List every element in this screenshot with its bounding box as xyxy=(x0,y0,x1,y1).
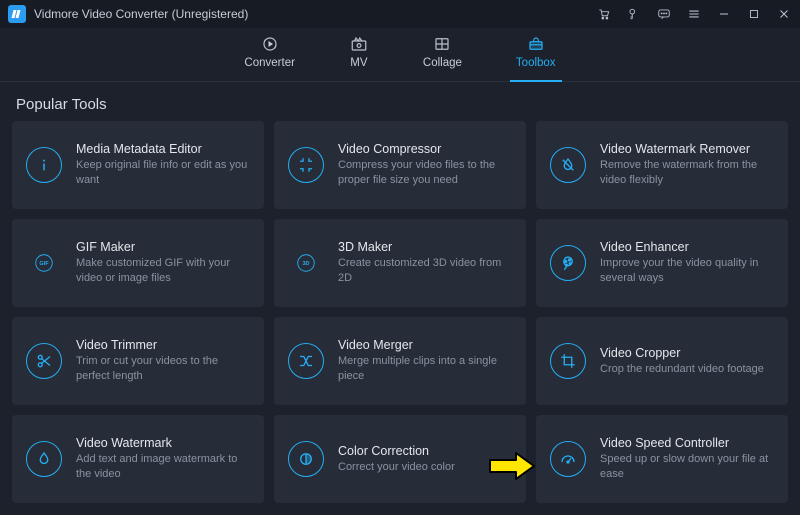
color-icon xyxy=(288,441,324,477)
tool-title: 3D Maker xyxy=(338,240,512,254)
tool-3d-maker[interactable]: 3D 3D Maker Create customized 3D video f… xyxy=(274,219,526,307)
key-icon[interactable] xyxy=(626,6,642,22)
tab-label: Converter xyxy=(244,57,295,69)
tool-desc: Remove the watermark from the video flex… xyxy=(600,158,774,188)
mv-icon xyxy=(349,35,369,53)
close-button[interactable] xyxy=(776,6,792,22)
tool-video-merger[interactable]: Video Merger Merge multiple clips into a… xyxy=(274,317,526,405)
gif-icon: GIF xyxy=(26,245,62,281)
tool-desc: Trim or cut your videos to the perfect l… xyxy=(76,354,250,384)
tool-video-watermark-remover[interactable]: Video Watermark Remover Remove the water… xyxy=(536,121,788,209)
tab-label: MV xyxy=(350,57,367,69)
tool-title: Media Metadata Editor xyxy=(76,142,250,156)
tool-title: Video Trimmer xyxy=(76,338,250,352)
tool-video-compressor[interactable]: Video Compressor Compress your video fil… xyxy=(274,121,526,209)
info-icon xyxy=(26,147,62,183)
titlebar-controls xyxy=(596,6,792,22)
feedback-icon[interactable] xyxy=(656,6,672,22)
tool-desc: Make customized GIF with your video or i… xyxy=(76,256,250,286)
tool-title: Video Compressor xyxy=(338,142,512,156)
converter-icon xyxy=(260,35,280,53)
maximize-button[interactable] xyxy=(746,6,762,22)
minimize-button[interactable] xyxy=(716,6,732,22)
tabbar: Converter MV Collage Toolbox xyxy=(0,28,800,82)
tool-title: Video Cropper xyxy=(600,346,764,360)
cart-icon[interactable] xyxy=(596,6,612,22)
section-title: Popular Tools xyxy=(0,82,800,121)
tool-title: Video Merger xyxy=(338,338,512,352)
tool-gif-maker[interactable]: GIF GIF Maker Make customized GIF with y… xyxy=(12,219,264,307)
tool-title: Video Enhancer xyxy=(600,240,774,254)
toolbox-icon xyxy=(526,35,546,53)
tool-desc: Keep original file info or edit as you w… xyxy=(76,158,250,188)
tool-desc: Compress your video files to the proper … xyxy=(338,158,512,188)
tab-label: Collage xyxy=(423,57,462,69)
watermark-remove-icon xyxy=(550,147,586,183)
window-title: Vidmore Video Converter (Unregistered) xyxy=(34,7,248,21)
tool-media-metadata-editor[interactable]: Media Metadata Editor Keep original file… xyxy=(12,121,264,209)
speed-icon xyxy=(550,441,586,477)
tool-color-correction[interactable]: Color Correction Correct your video colo… xyxy=(274,415,526,503)
tool-desc: Improve your the video quality in severa… xyxy=(600,256,774,286)
tool-desc: Speed up or slow down your file at ease xyxy=(600,452,774,482)
svg-text:GIF: GIF xyxy=(39,261,49,267)
tab-converter[interactable]: Converter xyxy=(244,35,295,75)
compress-icon xyxy=(288,147,324,183)
tool-video-cropper[interactable]: Video Cropper Crop the redundant video f… xyxy=(536,317,788,405)
tool-desc: Create customized 3D video from 2D xyxy=(338,256,512,286)
tab-label: Toolbox xyxy=(516,57,556,69)
tool-title: GIF Maker xyxy=(76,240,250,254)
tool-title: Video Speed Controller xyxy=(600,436,774,450)
menu-icon[interactable] xyxy=(686,6,702,22)
tab-collage[interactable]: Collage xyxy=(423,35,462,75)
watermark-icon xyxy=(26,441,62,477)
crop-icon xyxy=(550,343,586,379)
tool-grid: Media Metadata Editor Keep original file… xyxy=(0,121,800,515)
tab-toolbox[interactable]: Toolbox xyxy=(516,35,556,75)
tool-video-trimmer[interactable]: Video Trimmer Trim or cut your videos to… xyxy=(12,317,264,405)
scissors-icon xyxy=(26,343,62,379)
tool-desc: Crop the redundant video footage xyxy=(600,362,764,377)
tool-video-enhancer[interactable]: Video Enhancer Improve your the video qu… xyxy=(536,219,788,307)
svg-text:3D: 3D xyxy=(302,261,309,267)
tool-desc: Add text and image watermark to the vide… xyxy=(76,452,250,482)
3d-icon: 3D xyxy=(288,245,324,281)
titlebar: Vidmore Video Converter (Unregistered) xyxy=(0,0,800,28)
merger-icon xyxy=(288,343,324,379)
tool-desc: Correct your video color xyxy=(338,460,455,475)
collage-icon xyxy=(432,35,452,53)
tool-title: Color Correction xyxy=(338,444,455,458)
tool-video-watermark[interactable]: Video Watermark Add text and image water… xyxy=(12,415,264,503)
app-logo xyxy=(8,5,26,23)
tool-desc: Merge multiple clips into a single piece xyxy=(338,354,512,384)
tool-title: Video Watermark Remover xyxy=(600,142,774,156)
enhancer-icon xyxy=(550,245,586,281)
tool-title: Video Watermark xyxy=(76,436,250,450)
tool-video-speed-controller[interactable]: Video Speed Controller Speed up or slow … xyxy=(536,415,788,503)
tab-mv[interactable]: MV xyxy=(349,35,369,75)
